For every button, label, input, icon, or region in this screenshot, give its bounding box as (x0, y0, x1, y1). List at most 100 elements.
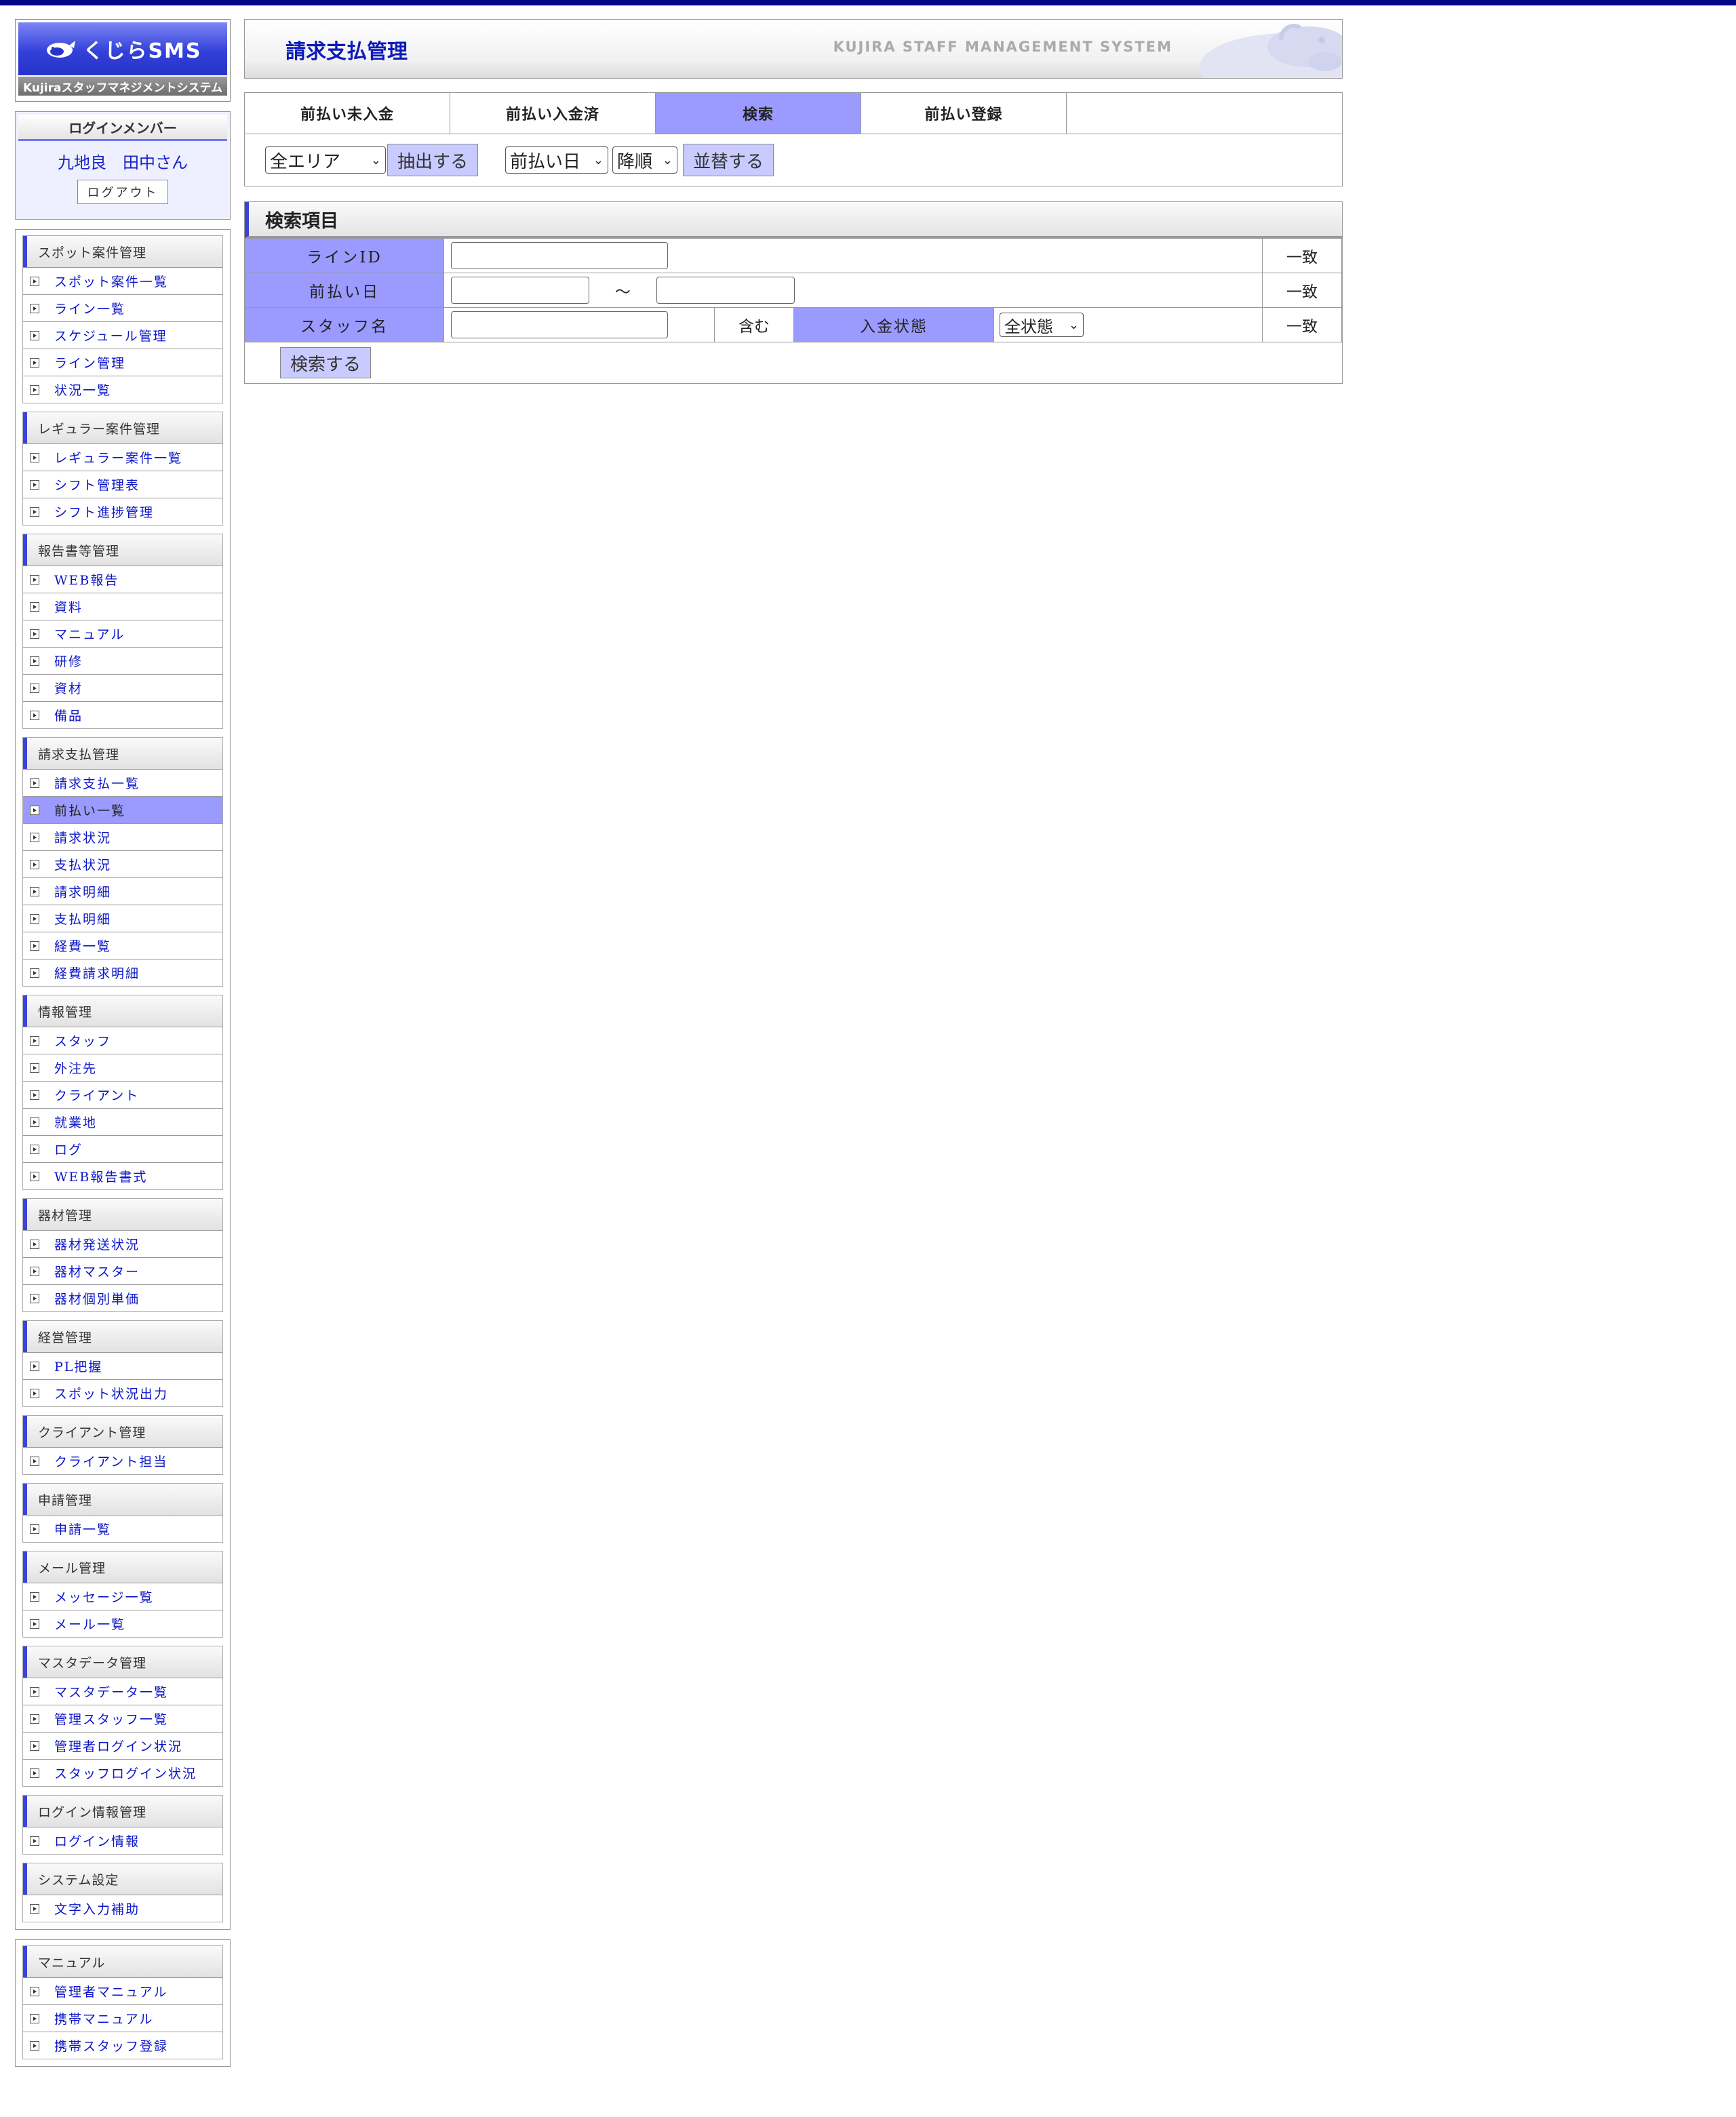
sidebar-menu-item[interactable]: 携帯スタッフ登録 (23, 2032, 222, 2059)
sidebar-menu-item[interactable]: 請求明細 (23, 877, 222, 905)
form-row-prepay-date: 前払い日 〜 一致 (245, 273, 1342, 308)
sidebar-menu-item[interactable]: クライアント (23, 1081, 222, 1108)
sidebar-menu-item[interactable]: 文字入力補助 (23, 1895, 222, 1922)
date-separator: 〜 (614, 283, 631, 301)
sidebar-menu-item-label: 管理者マニュアル (54, 1985, 168, 2000)
line-id-match: 一致 (1262, 238, 1342, 273)
menu-section: クライアント管理 クライアント担当 (22, 1415, 223, 1475)
sort-button[interactable]: 並替する (683, 144, 774, 176)
arrow-right-icon (30, 1903, 39, 1914)
app-logo[interactable]: くじらSMS Kujiraスタッフマネジメントシステム (15, 19, 231, 102)
sidebar-menu-item[interactable]: クライアント担当 (23, 1447, 222, 1474)
sidebar-menu-item[interactable]: 資料 (23, 593, 222, 620)
sidebar-menu-item-label: 外注先 (54, 1061, 98, 1076)
arrow-right-icon (30, 1293, 39, 1303)
payment-status-select[interactable]: 全状態 ⌄ (1000, 313, 1084, 337)
sidebar-menu-item[interactable]: ライン管理 (23, 349, 222, 376)
sidebar-menu-item[interactable]: 就業地 (23, 1108, 222, 1135)
arrow-right-icon (30, 778, 39, 788)
prepay-date-cell: 〜 (443, 273, 1263, 308)
sidebar-menu-item[interactable]: 申請一覧 (23, 1515, 222, 1542)
sidebar-menu-item[interactable]: スタッフログイン状況 (23, 1759, 222, 1786)
sidebar-menu-item[interactable]: 支払明細 (23, 905, 222, 932)
sidebar-menu-item[interactable]: シフト管理表 (23, 471, 222, 498)
area-select[interactable]: 全エリア ⌄ (265, 146, 386, 174)
sidebar-menu-item-label: スケジュール管理 (54, 329, 167, 344)
arrow-right-icon (30, 913, 39, 924)
sidebar-menu-item[interactable]: PL把握 (23, 1352, 222, 1379)
sidebar-menu-item[interactable]: スポット状況出力 (23, 1379, 222, 1406)
sort-order-select[interactable]: 降順 ⌄ (612, 146, 678, 174)
sidebar-menu-item[interactable]: 器材マスター (23, 1257, 222, 1284)
sidebar-menu-item[interactable]: マニュアル (23, 620, 222, 647)
sidebar-menu-item[interactable]: ライン一覧 (23, 294, 222, 321)
sidebar-menu-item[interactable]: 支払状況 (23, 850, 222, 877)
arrow-right-icon (30, 1063, 39, 1073)
sidebar-menu-item[interactable]: 管理者ログイン状況 (23, 1732, 222, 1759)
arrow-right-icon (30, 574, 39, 585)
sidebar-menu-item[interactable]: メッセージ一覧 (23, 1583, 222, 1610)
search-panel: 検索項目 ラインID 一致 前払い日 〜 一致 スタッフ名 含む 入金状態 全状… (244, 201, 1343, 384)
menu-section: 請求支払管理 請求支払一覧 前払い一覧 請求状況 支払状況 請求明細 支払明細 経費一覧 経費請… (22, 737, 223, 987)
tab-prepay-unpaid[interactable]: 前払い未入金 (245, 93, 450, 134)
menu-section: スポット案件管理 スポット案件一覧 ライン一覧 スケジュール管理 ライン管理 状況一覧 (22, 235, 223, 403)
arrow-right-icon (30, 1986, 39, 1996)
sidebar-menu-item[interactable]: 器材発送状況 (23, 1230, 222, 1257)
line-id-input[interactable] (451, 242, 668, 269)
line-id-label: ラインID (245, 238, 444, 273)
sort-field-select[interactable]: 前払い日 ⌄ (505, 146, 609, 174)
chevron-down-icon: ⌄ (1068, 317, 1079, 332)
arrow-right-icon (30, 1591, 39, 1602)
sidebar-menu-item[interactable]: スケジュール管理 (23, 321, 222, 349)
sidebar-menu-item[interactable]: 前払い一覧 (23, 796, 222, 823)
arrow-right-icon (30, 859, 39, 869)
sidebar-menu-item-label: 携帯スタッフ登録 (54, 2039, 169, 2054)
sidebar-menu-item[interactable]: 外注先 (23, 1054, 222, 1081)
staff-name-input[interactable] (451, 311, 668, 338)
sidebar-menu-item[interactable]: 携帯マニュアル (23, 2004, 222, 2032)
payment-status-label: 入金状態 (794, 308, 994, 342)
arrow-right-icon (30, 805, 39, 815)
sidebar-menu-item[interactable]: 請求状況 (23, 823, 222, 850)
search-form-table: ラインID 一致 前払い日 〜 一致 スタッフ名 含む 入金状態 全状態 ⌄ 一… (245, 238, 1342, 342)
arrow-right-icon (30, 629, 39, 639)
logout-button[interactable]: ログアウト (77, 180, 168, 204)
sidebar-menu-item[interactable]: 管理者マニュアル (23, 1977, 222, 2004)
sidebar-menu-item[interactable]: 管理スタッフ一覧 (23, 1705, 222, 1732)
sidebar-menu-item[interactable]: メール一覧 (23, 1610, 222, 1637)
sidebar-menu-item[interactable]: 経費請求明細 (23, 959, 222, 986)
logo-text: くじらSMS (83, 39, 202, 63)
sidebar-menu-item[interactable]: 資材 (23, 674, 222, 701)
extract-button[interactable]: 抽出する (387, 144, 479, 176)
sidebar-menu-item-label: 管理者ログイン状況 (54, 1739, 183, 1754)
sidebar-menu-item[interactable]: シフト進捗管理 (23, 498, 222, 525)
date-to-input[interactable] (656, 277, 795, 304)
menu-section: 報告書等管理 WEB報告 資料 マニュアル 研修 資材 備品 (22, 534, 223, 729)
sidebar-menu-item[interactable]: WEB報告 (23, 566, 222, 593)
logo-subtitle: Kujiraスタッフマネジメントシステム (18, 77, 227, 96)
sidebar-menu-item[interactable]: 備品 (23, 701, 222, 728)
menu-section-title: 経営管理 (23, 1321, 222, 1352)
sidebar-menu-item[interactable]: スポット案件一覧 (23, 267, 222, 294)
sidebar-menu-item[interactable]: レギュラー案件一覧 (23, 443, 222, 471)
sidebar-menu-item[interactable]: ログ (23, 1135, 222, 1162)
sidebar-menu-item-label: 就業地 (54, 1115, 98, 1130)
search-button[interactable]: 検索する (280, 347, 372, 378)
sidebar-menu-item[interactable]: 状況一覧 (23, 376, 222, 403)
sidebar-menu-item[interactable]: 研修 (23, 647, 222, 674)
tab-prepay-paid[interactable]: 前払い入金済 (450, 93, 656, 134)
tab-search[interactable]: 検索 (656, 93, 861, 134)
sidebar-menu-item[interactable]: WEB報告書式 (23, 1162, 222, 1189)
sidebar-menu-item[interactable]: ログイン情報 (23, 1827, 222, 1854)
sidebar-menu-item[interactable]: 器材個別単価 (23, 1284, 222, 1311)
sidebar-menu-item[interactable]: 経費一覧 (23, 932, 222, 959)
arrow-right-icon (30, 683, 39, 693)
sidebar-menu-item-label: 支払明細 (54, 912, 112, 927)
date-from-input[interactable] (451, 277, 589, 304)
sidebar-menu-item[interactable]: スタッフ (23, 1027, 222, 1054)
sidebar-menu-item-label: 器材発送状況 (54, 1238, 140, 1252)
arrow-right-icon (30, 656, 39, 666)
sidebar-menu-item[interactable]: 請求支払一覧 (23, 769, 222, 796)
tab-prepay-register[interactable]: 前払い登録 (861, 93, 1067, 134)
sidebar-menu-item[interactable]: マスタデータ一覧 (23, 1678, 222, 1705)
